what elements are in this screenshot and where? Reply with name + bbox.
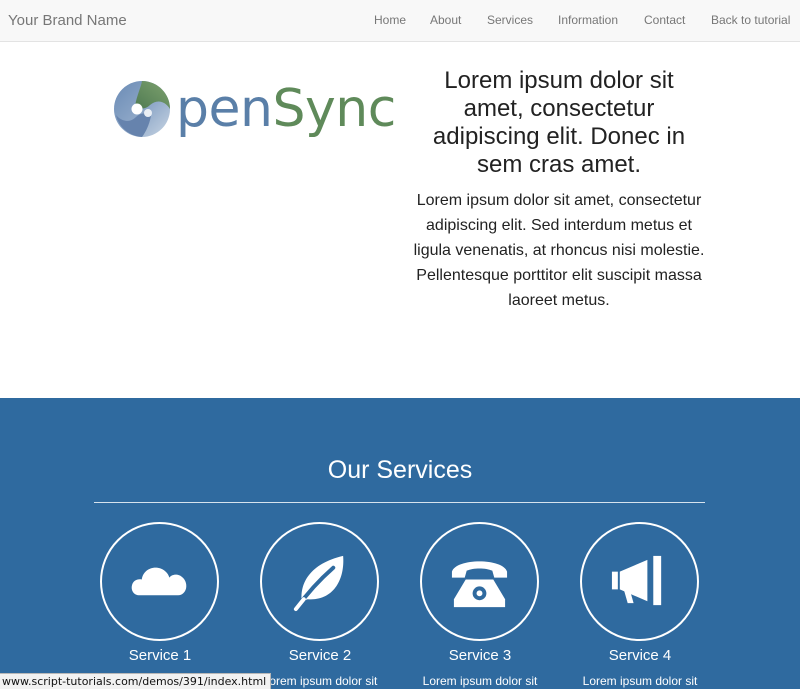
nav-link-contact[interactable]: Contact [644,13,685,27]
brand-link[interactable]: Your Brand Name [8,12,127,29]
nav-link-services[interactable]: Services [487,13,533,27]
service-name: Service 3 [448,647,512,664]
hero-heading: Lorem ipsum dolor sit amet, consectetur … [432,67,686,178]
megaphone-icon [611,555,662,606]
nav-link-information[interactable]: Information [558,13,618,27]
nav-link-back-to-tutorial[interactable]: Back to tutorial [711,13,790,27]
services-section: Our Services Service 1 Service 2 Lorem i… [0,398,800,689]
logo-o-icon [114,81,170,137]
nav-link-about[interactable]: About [430,13,461,27]
service-circle[interactable] [420,522,539,641]
service-name: Service 4 [608,647,672,664]
phone-icon [451,561,508,608]
service-circle[interactable] [580,522,699,641]
nav-link-home[interactable]: Home [374,13,406,27]
service-description: Lorem ipsum dolor sit [422,674,538,688]
hero-paragraph: Lorem ipsum dolor sit amet, consectetur … [413,192,705,309]
cloud-icon [131,567,187,596]
services-divider [94,502,705,503]
browser-status-bar: www.script-tutorials.com/demos/391/index… [0,673,272,689]
logo-wordmark: penSync [176,79,396,139]
service-name: Service 1 [128,647,192,664]
service-name: Service 2 [288,647,352,664]
service-circle[interactable] [100,522,219,641]
services-title: Our Services [327,456,473,484]
service-circle[interactable] [260,522,379,641]
opensync-logo: penSync penSync [113,75,396,145]
service-description: Lorem ipsum dolor sit [582,674,698,688]
hero-section: penSync penSync Lorem ipsum dolor sit am… [0,43,800,398]
navbar: Your Brand Name Home About Services Info… [0,0,800,42]
leaf-icon [293,555,344,612]
